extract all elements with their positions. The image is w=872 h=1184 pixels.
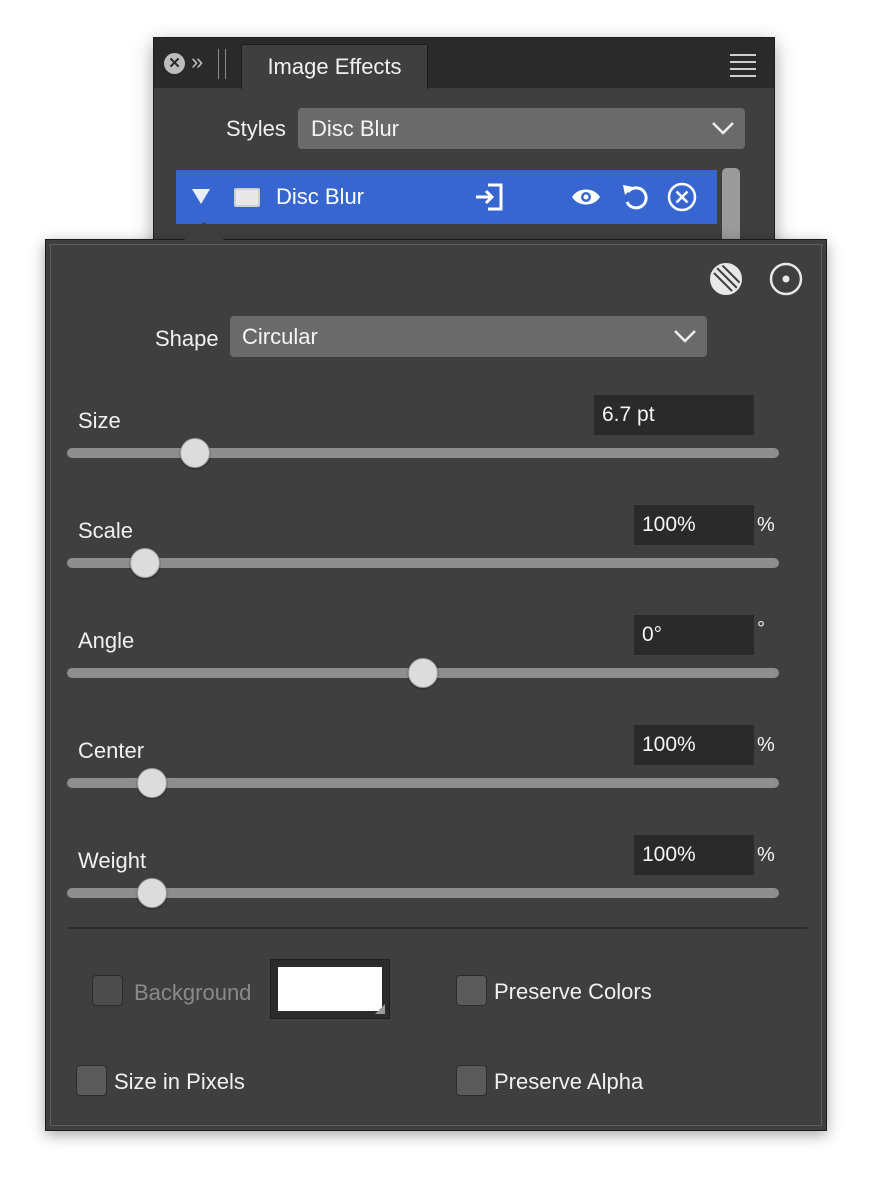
chevron-down-icon (712, 122, 734, 135)
menu-icon[interactable] (730, 54, 756, 77)
angle-unit: ° (757, 618, 765, 640)
shape-label: Shape (155, 326, 219, 351)
tab-image-effects[interactable]: Image Effects (241, 44, 428, 89)
center-value-field[interactable]: 100% (634, 725, 754, 765)
scale-slider-track[interactable] (67, 558, 779, 568)
weight-slider-track[interactable] (67, 888, 779, 898)
target-icon[interactable] (768, 261, 804, 297)
scale-label: Scale (78, 518, 134, 543)
angle-value-field[interactable]: 0° (634, 615, 754, 655)
center-unit: % (757, 734, 775, 756)
size-in-pixels-checkbox[interactable] (76, 1065, 107, 1096)
expand-icon[interactable]: » (191, 49, 203, 75)
preserve-colors-label: Preserve Colors (494, 979, 652, 1004)
effect-thumbnail-icon (234, 188, 260, 207)
effect-settings-popover: Shape Circular Size 6.7 pt Scale 100% % … (45, 222, 827, 1131)
preserve-alpha-checkbox[interactable] (456, 1065, 487, 1096)
size-in-pixels-label: Size in Pixels (114, 1069, 245, 1094)
size-value-field[interactable]: 6.7 pt (594, 395, 754, 435)
preserve-colors-checkbox[interactable] (456, 975, 487, 1006)
weight-value-field[interactable]: 100% (634, 835, 754, 875)
panel-titlebar: ✕ » Image Effects (154, 38, 774, 89)
shape-dropdown[interactable]: Circular (230, 316, 707, 357)
chevron-down-icon (674, 330, 696, 343)
size-slider-track[interactable] (67, 448, 779, 458)
close-icon[interactable]: ✕ (164, 53, 185, 74)
weight-unit: % (757, 844, 775, 866)
effect-name: Disc Blur (276, 184, 365, 209)
disclosure-triangle-icon[interactable] (192, 189, 210, 204)
angle-slider-knob[interactable] (408, 658, 438, 688)
color-well-corner-icon (375, 1004, 385, 1014)
popover-arrow (184, 222, 224, 240)
section-divider (67, 927, 807, 929)
eye-icon[interactable] (570, 181, 602, 213)
import-icon[interactable] (473, 181, 505, 213)
size-label: Size (78, 408, 121, 433)
weight-label: Weight (78, 848, 147, 873)
effect-row-disc-blur[interactable]: Disc Blur (176, 170, 717, 224)
remove-icon[interactable] (666, 181, 698, 213)
background-label: Background (134, 980, 252, 1005)
reset-icon[interactable] (619, 181, 651, 213)
angle-label: Angle (78, 628, 135, 653)
image-effects-panel: ✕ » Image Effects Styles Disc Blur Disc … (153, 37, 775, 267)
drag-grip[interactable] (218, 49, 226, 79)
styles-dropdown-value: Disc Blur (311, 116, 400, 141)
styles-label: Styles (226, 116, 286, 141)
styles-dropdown[interactable]: Disc Blur (298, 108, 745, 149)
size-slider-knob[interactable] (180, 438, 211, 468)
scale-unit: % (757, 514, 775, 536)
hatched-circle-icon[interactable] (708, 261, 744, 297)
center-label: Center (78, 738, 145, 763)
background-checkbox[interactable] (92, 975, 123, 1006)
background-color-swatch (278, 967, 382, 1011)
preserve-alpha-label: Preserve Alpha (494, 1069, 644, 1094)
scale-value-field[interactable]: 100% (634, 505, 754, 545)
shape-dropdown-value: Circular (242, 324, 318, 349)
center-slider-track[interactable] (67, 778, 779, 788)
background-color-well[interactable] (270, 959, 390, 1019)
